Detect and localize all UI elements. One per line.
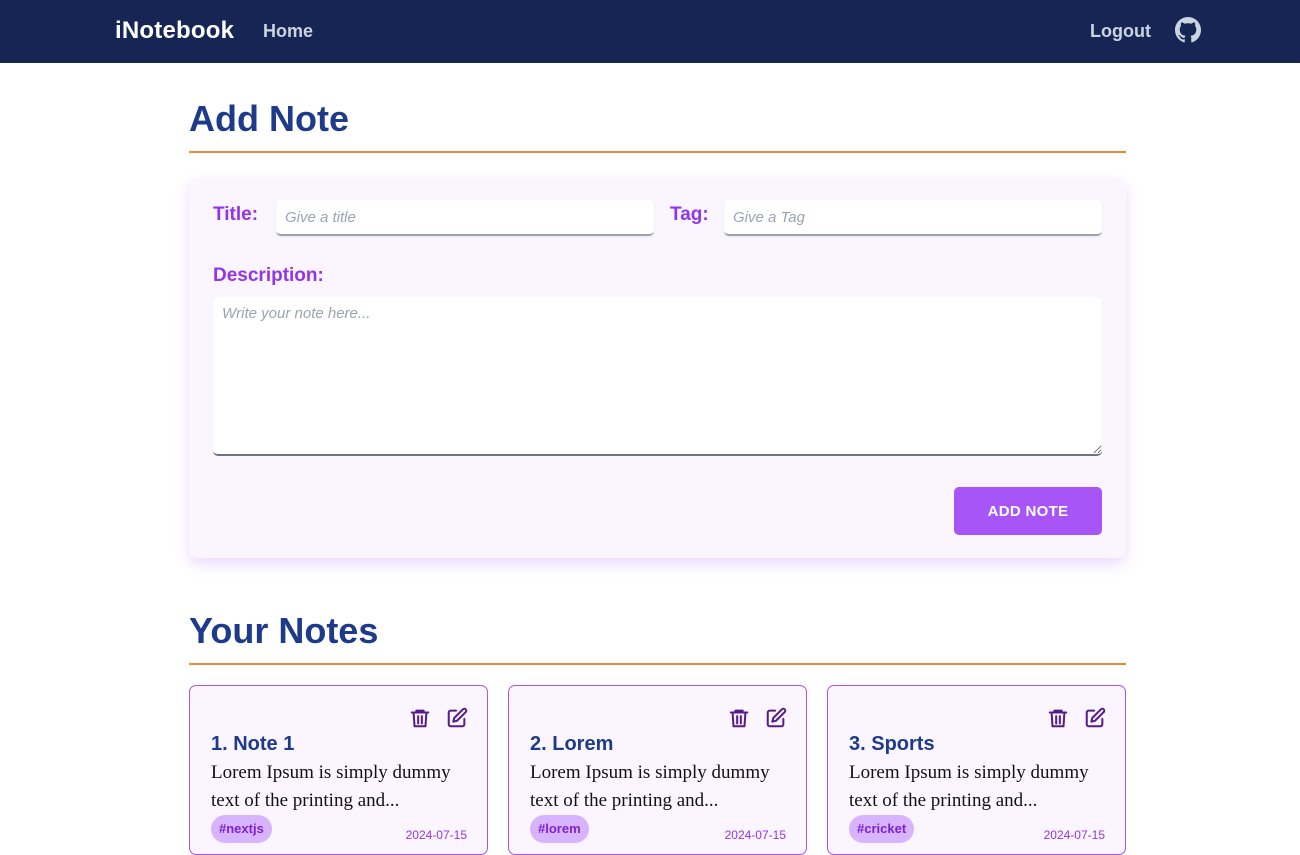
edit-icon[interactable]	[1084, 707, 1106, 729]
tag-label: Tag:	[670, 204, 709, 225]
note-tag-badge[interactable]: #cricket	[849, 815, 915, 843]
trash-icon[interactable]	[1047, 707, 1069, 729]
trash-icon[interactable]	[409, 707, 431, 729]
note-body: Lorem Ipsum is simply dummy text of the …	[530, 762, 770, 811]
note-tag-badge[interactable]: #lorem	[530, 815, 589, 843]
your-notes-heading: Your Notes	[189, 610, 1126, 665]
title-label: Title:	[213, 204, 259, 225]
note-date: 2024-07-15	[724, 828, 786, 842]
note-body: Lorem Ipsum is simply dummy text of the …	[211, 762, 451, 811]
note-card: 3. Sports Lorem Ipsum is simply dummy te…	[827, 685, 1126, 855]
note-title: 1. Note 1	[211, 733, 295, 755]
note-card: 1. Note 1 Lorem Ipsum is simply dummy te…	[189, 685, 488, 855]
nav-home-link[interactable]: Home	[263, 21, 313, 42]
tag-input[interactable]	[724, 200, 1102, 236]
trash-icon[interactable]	[728, 707, 750, 729]
note-date: 2024-07-15	[1043, 828, 1105, 842]
logout-button[interactable]: Logout	[1090, 21, 1151, 42]
note-tag-badge[interactable]: #nextjs	[211, 815, 272, 843]
description-textarea[interactable]	[213, 297, 1102, 456]
title-input[interactable]	[276, 200, 654, 236]
add-note-button[interactable]: ADD NOTE	[954, 487, 1102, 535]
add-note-heading: Add Note	[189, 98, 1126, 153]
description-label: Description:	[213, 265, 324, 286]
edit-icon[interactable]	[446, 707, 468, 729]
note-body: Lorem Ipsum is simply dummy text of the …	[849, 762, 1089, 811]
navbar: iNotebook Home Logout	[0, 0, 1300, 63]
edit-icon[interactable]	[765, 707, 787, 729]
add-note-form: Title: Tag: Description: ADD NOTE	[189, 178, 1126, 558]
note-title: 2. Lorem	[530, 733, 614, 755]
github-icon[interactable]	[1175, 17, 1201, 43]
note-title: 3. Sports	[849, 733, 935, 755]
note-card: 2. Lorem Lorem Ipsum is simply dummy tex…	[508, 685, 807, 855]
note-date: 2024-07-15	[405, 828, 467, 842]
brand-logo[interactable]: iNotebook	[115, 17, 234, 45]
